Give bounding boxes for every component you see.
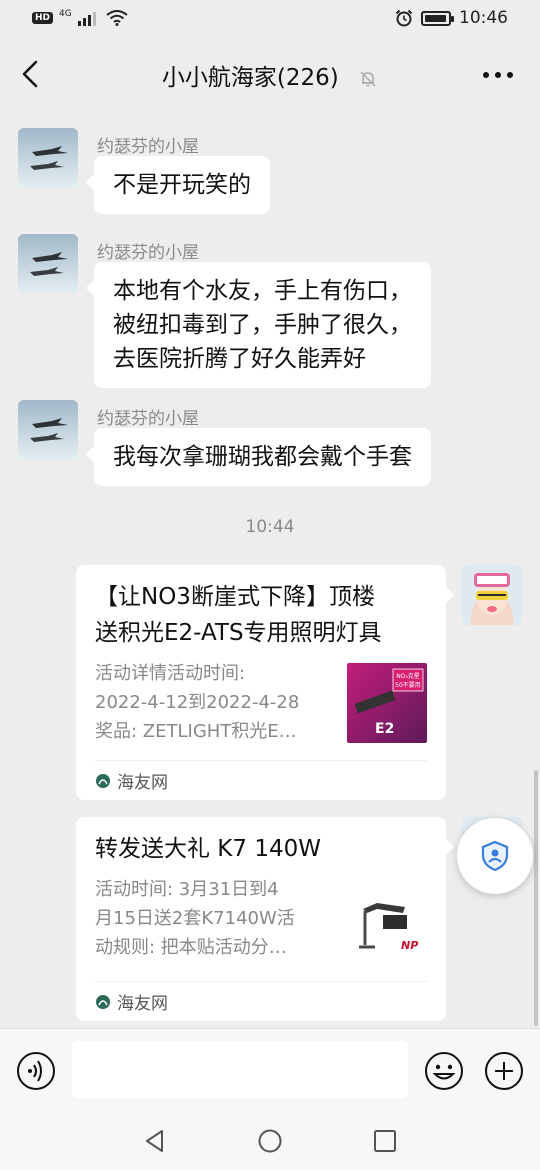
card-description: 活动时间: 3月31日到4 月15日送2套K7140W活 动规则: 把本贴活动分…: [95, 875, 331, 967]
alarm-icon: [395, 9, 413, 27]
signal-icon: [77, 12, 96, 26]
voice-icon[interactable]: [16, 1051, 56, 1091]
card-thumbnail: NP: [347, 887, 427, 967]
battery-icon: [421, 10, 454, 26]
avatar[interactable]: [18, 400, 78, 460]
nav-back-triangle-icon[interactable]: [142, 1128, 168, 1154]
sender-name: 约瑟芬的小屋: [97, 409, 199, 429]
thumbnail-image: NP: [347, 887, 427, 967]
nav-recents-square-icon[interactable]: [372, 1128, 398, 1154]
avatar[interactable]: [18, 128, 78, 188]
card-body: 活动时间: 3月31日到4 月15日送2套K7140W活 动规则: 把本贴活动分…: [95, 875, 427, 967]
svg-text:NO₃克星: NO₃克星: [396, 672, 420, 680]
chat-title-wrap: 小小航海家(226): [0, 58, 540, 92]
input-bar: [0, 1028, 540, 1110]
emoji-icon[interactable]: [424, 1051, 464, 1091]
card-desc-line: 活动详情活动时间:: [95, 663, 246, 684]
status-left: HD 4G: [32, 9, 128, 26]
card-title-line: 送积光E2-ATS专用照明灯具: [95, 620, 382, 646]
message-input[interactable]: [72, 1041, 408, 1099]
card-desc-line: 活动时间: 3月31日到4: [95, 879, 279, 900]
nav-home-circle-icon[interactable]: [257, 1128, 283, 1154]
svg-text:NP: NP: [401, 939, 418, 952]
hd-badge: HD: [32, 12, 54, 24]
status-bar: HD 4G 10:46: [0, 0, 540, 38]
shared-link-card[interactable]: 转发送大礼 K7 140W 活动时间: 3月31日到4 月15日送2套K7140…: [76, 817, 454, 1021]
system-navigation: [0, 1110, 540, 1170]
my-avatar[interactable]: [462, 565, 522, 625]
network-label: 4G: [59, 9, 72, 19]
clock: 10:46: [459, 8, 508, 28]
jet-avatar-image: [18, 128, 78, 188]
avatar[interactable]: [18, 234, 78, 294]
message-bubble[interactable]: 我每次拿珊瑚我都会戴个手套: [86, 428, 431, 486]
sender-name: 约瑟芬的小屋: [97, 137, 199, 157]
plus-icon[interactable]: [484, 1051, 524, 1091]
sender-name: 约瑟芬的小屋: [97, 243, 199, 263]
floating-security-button[interactable]: [457, 818, 533, 894]
shield-icon: [481, 840, 509, 872]
jet-avatar-image: [18, 234, 78, 294]
card-source: 海友网: [95, 981, 427, 1021]
scrollbar[interactable]: [534, 770, 538, 1026]
card-desc-line: 月15日送2套K7140W活: [95, 908, 295, 929]
card-source-name: 海友网: [117, 994, 168, 1014]
more-dots-icon[interactable]: [478, 60, 518, 90]
battery-level: [425, 14, 446, 22]
chat-header: 小小航海家(226): [0, 38, 540, 110]
card-description: 活动详情活动时间: 2022-4-12到2022-4-28 奖品: ZETLIG…: [95, 659, 331, 746]
card-title: 【让NO3断崖式下降】顶楼 送积光E2-ATS专用照明灯具: [95, 579, 427, 651]
timestamp: 10:44: [245, 517, 295, 537]
message-line: 去医院折腾了好久能弄好: [113, 346, 366, 372]
thumbnail-image: NO₃克星 50不要用 E2: [347, 663, 427, 743]
source-logo-icon: [96, 773, 110, 788]
message-line: 被纽扣毒到了，手肿了很久，: [113, 312, 412, 338]
svg-text:50不要用: 50不要用: [395, 682, 421, 689]
status-right: 10:46: [395, 8, 508, 28]
card-title-line: 【让NO3断崖式下降】顶楼: [95, 584, 375, 610]
chat-list[interactable]: 约瑟芬的小屋 不是开玩笑的 约瑟芬的小屋 本地有个水友，手上有伤口， 被纽扣毒到…: [0, 110, 540, 1028]
card-thumbnail: NO₃克星 50不要用 E2: [347, 663, 427, 743]
svg-text:E2: E2: [375, 721, 394, 737]
jet-avatar-image: [18, 400, 78, 460]
card-desc-line: 奖品: ZETLIGHT积光E…: [95, 721, 297, 742]
cartoon-avatar-image: [462, 565, 522, 625]
wifi-icon: [106, 10, 128, 26]
card-title-line: 转发送大礼 K7 140W: [95, 836, 321, 862]
card-desc-line: 2022-4-12到2022-4-28: [95, 692, 300, 713]
card-source-name: 海友网: [117, 773, 168, 793]
card-title: 转发送大礼 K7 140W: [95, 831, 427, 867]
shared-link-card[interactable]: 【让NO3断崖式下降】顶楼 送积光E2-ATS专用照明灯具 活动详情活动时间: …: [76, 565, 454, 800]
card-body: 活动详情活动时间: 2022-4-12到2022-4-28 奖品: ZETLIG…: [95, 659, 427, 746]
bell-muted-icon: [360, 70, 376, 87]
card-source: 海友网: [95, 760, 427, 800]
message-bubble[interactable]: 不是开玩笑的: [86, 156, 270, 214]
message-bubble[interactable]: 本地有个水友，手上有伤口， 被纽扣毒到了，手肿了很久， 去医院折腾了好久能弄好: [86, 262, 431, 388]
message-line: 本地有个水友，手上有伤口，: [113, 278, 412, 304]
source-logo-icon: [96, 994, 110, 1009]
chat-title: 小小航海家(226): [161, 65, 339, 91]
card-desc-line: 动规则: 把本贴活动分…: [95, 937, 287, 958]
